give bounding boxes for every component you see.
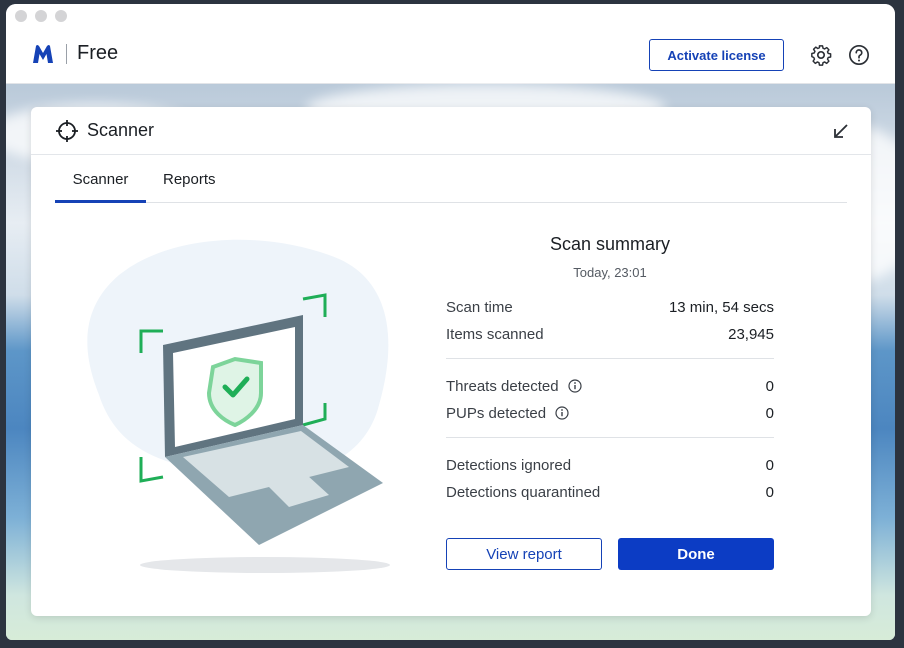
summary-row: Threats detected 0 [446, 376, 774, 396]
laptop-shield-illustration [87, 239, 390, 573]
zoom-window-button[interactable] [55, 10, 67, 22]
separator [446, 358, 774, 359]
summary-row: Detections ignored 0 [446, 455, 774, 475]
info-icon[interactable] [567, 379, 582, 393]
tab-bar: Scanner Reports [55, 155, 847, 203]
row-label-wrap: PUPs detected [446, 405, 766, 422]
brand: Free [32, 42, 118, 65]
row-value: 0 [765, 483, 774, 501]
brand-divider [66, 43, 67, 64]
summary-row: Detections quarantined 0 [446, 482, 774, 502]
panel-header: Scanner [31, 107, 871, 155]
row-label: Detections ignored [446, 456, 572, 474]
gear-icon[interactable] [810, 44, 832, 66]
activate-license-button[interactable]: Activate license [649, 39, 784, 71]
app-window: Free Activate license Scanner Scanner Re… [6, 4, 895, 640]
tab-scanner[interactable]: Scanner [55, 171, 146, 203]
summary-title: Scan summary [549, 234, 671, 254]
summary-row: Items scanned 23,945 [446, 324, 774, 344]
window-controls [15, 10, 67, 22]
close-window-button[interactable] [15, 10, 27, 22]
row-value: 0 [765, 377, 774, 395]
row-label: Scan time [446, 298, 513, 316]
row-label-wrap: Threats detected [446, 378, 766, 395]
title-bar: Free Activate license [6, 4, 895, 84]
summary-date: Today, 23:01 [573, 265, 647, 280]
malwarebytes-logo-icon [33, 44, 53, 63]
row-label: Threats detected [446, 377, 559, 395]
row-label: PUPs detected [446, 404, 547, 422]
row-value: 13 min, 54 secs [668, 298, 774, 316]
row-value: 0 [765, 456, 774, 474]
minimize-arrow-icon[interactable] [833, 123, 849, 139]
row-value: 23,945 [728, 325, 774, 343]
tab-reports[interactable]: Reports [163, 171, 216, 203]
row-label: Detections quarantined [446, 483, 601, 501]
minimize-window-button[interactable] [35, 10, 47, 22]
view-report-button[interactable]: View report [446, 538, 602, 570]
panel-title: Scanner [87, 120, 155, 140]
summary-row: PUPs detected 0 [446, 403, 774, 423]
row-label: Items scanned [446, 325, 544, 343]
separator [446, 437, 774, 438]
scanner-panel: Scanner Scanner Reports Scan summary Tod… [31, 107, 871, 616]
row-value: 0 [765, 404, 774, 422]
help-icon[interactable] [848, 44, 870, 66]
edition-label: Free [77, 42, 119, 64]
summary-row: Scan time 13 min, 54 secs [446, 297, 774, 317]
info-icon[interactable] [555, 406, 569, 420]
done-button[interactable]: Done [618, 538, 774, 570]
crosshair-icon [56, 120, 78, 142]
